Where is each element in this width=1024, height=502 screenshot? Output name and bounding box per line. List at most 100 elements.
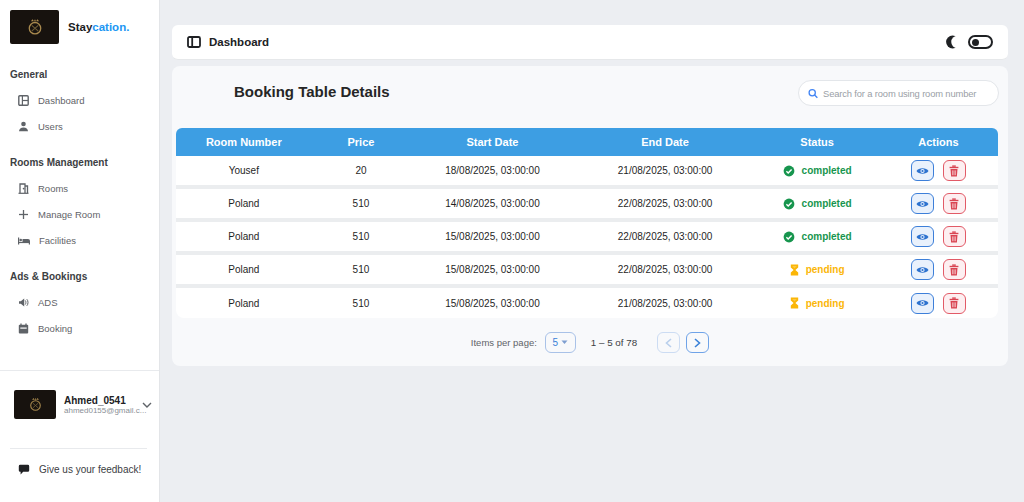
table-row: Poland 510 15/08/2025, 03:00:00 22/08/20… [176,222,998,255]
search-icon [808,88,818,99]
cell-start: 18/08/2025, 03:00:00 [410,165,574,176]
cell-room: Poland [176,198,312,209]
cell-end: 21/08/2025, 03:00:00 [575,165,756,176]
delete-button[interactable] [943,160,966,181]
cell-start: 15/08/2025, 03:00:00 [410,264,574,275]
sidebar-item-users[interactable]: Users [18,121,159,132]
cell-room: Poland [176,264,312,275]
status-label: pending [806,264,845,275]
crest-icon [26,16,44,38]
search-input[interactable] [823,88,989,99]
caret-down-icon [561,340,568,345]
delete-button[interactable] [943,293,966,314]
col-actions: Actions [879,136,998,148]
view-button[interactable] [911,193,934,214]
col-start-date: Start Date [410,136,574,148]
dark-mode-toggle[interactable] [968,35,993,49]
sidebar-item-ads[interactable]: ADS [18,297,159,308]
feedback-link[interactable]: Give us your feedback! [18,464,141,475]
eye-icon [916,166,929,176]
chevron-left-icon [665,338,672,348]
rooms-icon [18,183,29,194]
trash-icon [949,165,959,177]
sidebar-divider [0,370,159,371]
status-label: completed [802,198,852,209]
view-button[interactable] [911,160,934,181]
status-badge: pending [755,297,878,309]
user-profile[interactable]: Ahmed_0541 ahmed0155@gmail.c... [14,390,152,419]
status-badge: pending [755,264,878,276]
user-email: ahmed0155@gmail.c... [64,406,134,415]
cell-price: 510 [312,198,411,209]
sidebar-divider-2 [10,448,147,449]
delete-button[interactable] [943,193,966,214]
pagination: Items per page: 5 1 – 5 of 78 [172,332,1008,353]
sidebar-item-rooms[interactable]: Rooms [18,183,159,194]
delete-button[interactable] [943,259,966,280]
cell-price: 510 [312,264,411,275]
eye-icon [916,298,929,308]
moon-icon[interactable] [946,34,961,50]
view-button[interactable] [911,293,934,314]
cell-start: 14/08/2025, 03:00:00 [410,198,574,209]
page-title: Dashboard [209,36,269,48]
table-header: Room Number Price Start Date End Date St… [176,128,998,156]
cell-start: 15/08/2025, 03:00:00 [410,298,574,309]
sidebar-item-manage-room[interactable]: Manage Room [18,209,159,220]
trash-icon [949,198,959,210]
sidebar-item-booking[interactable]: Booking [18,323,159,334]
megaphone-icon [18,297,29,308]
cell-end: 22/08/2025, 03:00:00 [575,231,756,242]
chat-bubble-icon [18,464,30,475]
check-circle-icon [783,165,795,177]
chevron-right-icon [694,338,701,348]
page-range: 1 – 5 of 78 [591,337,637,348]
plus-icon [18,209,29,220]
eye-icon [916,265,929,275]
hourglass-icon [790,297,799,309]
table-row: Poland 510 15/08/2025, 03:00:00 22/08/20… [176,255,998,288]
trash-icon [949,231,959,243]
cell-end: 22/08/2025, 03:00:00 [575,264,756,275]
status-badge: completed [755,231,878,243]
eye-icon [916,232,929,242]
user-name: Ahmed_0541 [64,395,134,406]
section-ads-bookings: Ads & Bookings [10,271,159,282]
search-box[interactable] [798,80,999,106]
col-room-number: Room Number [176,136,312,148]
calendar-icon [18,323,29,334]
section-rooms-management: Rooms Management [10,157,159,168]
sidebar-item-dashboard[interactable]: Dashboard [18,95,159,106]
content-card: Booking Table Details Room Number Price … [172,66,1008,366]
view-button[interactable] [911,259,934,280]
table-body: Yousef 20 18/08/2025, 03:00:00 21/08/202… [176,156,998,318]
check-circle-icon [783,198,795,210]
cell-room: Yousef [176,165,312,176]
page-heading: Booking Table Details [234,83,390,100]
col-end-date: End Date [575,136,756,148]
status-label: completed [802,231,852,242]
status-label: completed [802,165,852,176]
check-circle-icon [783,231,795,243]
next-page-button[interactable] [686,332,709,353]
trash-icon [949,264,959,276]
status-badge: completed [755,165,878,177]
prev-page-button[interactable] [657,332,680,353]
status-badge: completed [755,198,878,210]
view-button[interactable] [911,226,934,247]
cell-price: 20 [312,165,411,176]
trash-icon [949,297,959,309]
cell-end: 21/08/2025, 03:00:00 [575,298,756,309]
delete-button[interactable] [943,226,966,247]
brand-logo-image [10,10,59,44]
section-general: General [10,69,159,80]
users-icon [18,121,29,132]
dashboard-icon [18,95,29,106]
page-size-select[interactable]: 5 [545,332,576,353]
col-price: Price [312,136,411,148]
sidebar-item-facilities[interactable]: Facilities [18,235,159,246]
topbar: Dashboard [172,25,1008,60]
col-status: Status [755,136,878,148]
table-row: Poland 510 14/08/2025, 03:00:00 22/08/20… [176,189,998,222]
chevron-down-icon[interactable] [142,402,152,408]
